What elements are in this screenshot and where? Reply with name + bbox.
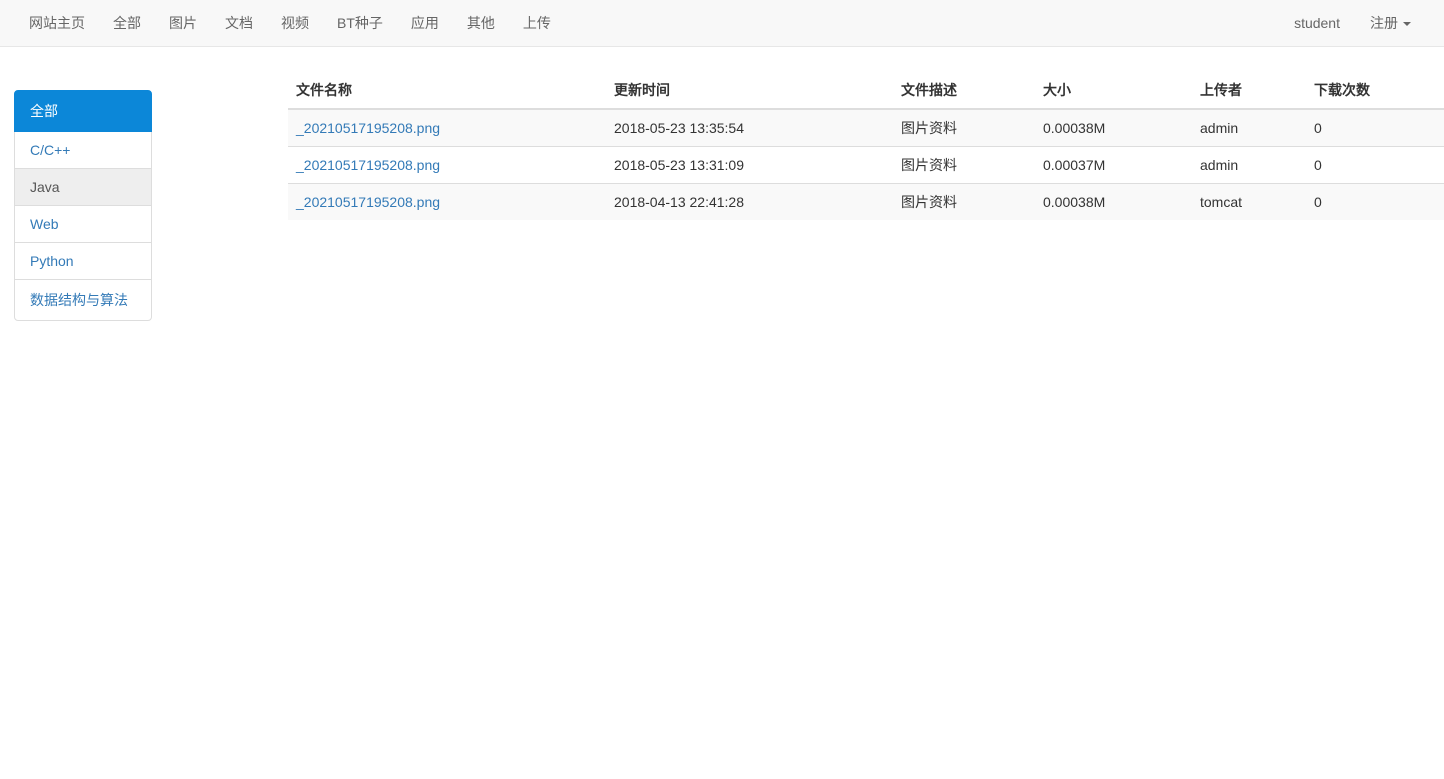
top-navbar: 网站主页 全部 图片 文档 视频 BT种子 应用 其他 上传 student 注… <box>0 0 1444 47</box>
nav-item-torrents[interactable]: BT种子 <box>323 0 397 46</box>
nav-item-upload[interactable]: 上传 <box>509 0 565 46</box>
col-header-downloads: 下载次数 <box>1306 72 1444 110</box>
cell-downloads: 0 <box>1306 146 1444 184</box>
nav-item-videos-link[interactable]: 视频 <box>267 0 323 46</box>
cell-description: 图片资料 <box>893 183 1035 220</box>
cell-updated: 2018-05-23 13:35:54 <box>606 108 893 147</box>
cell-uploader: admin <box>1192 146 1306 184</box>
cell-size: 0.00037M <box>1035 146 1192 184</box>
cell-size: 0.00038M <box>1035 183 1192 220</box>
nav-item-others-link[interactable]: 其他 <box>453 0 509 46</box>
nav-menu: 网站主页 全部 图片 文档 视频 BT种子 应用 其他 上传 <box>0 0 565 46</box>
nav-register[interactable]: 注册 <box>1355 0 1426 46</box>
category-sidebar: 全部 C/C++ Java Web Python 数据结构与算法 <box>14 90 152 321</box>
file-table: 文件名称 更新时间 文件描述 大小 上传者 下载次数 _202105171952… <box>288 72 1444 220</box>
nav-item-home-link[interactable]: 网站主页 <box>15 0 99 46</box>
nav-item-all-link[interactable]: 全部 <box>99 0 155 46</box>
sidebar-item-python[interactable]: Python <box>14 242 152 280</box>
file-table-area: 文件名称 更新时间 文件描述 大小 上传者 下载次数 _202105171952… <box>288 72 1444 220</box>
cell-downloads: 0 <box>1306 183 1444 220</box>
col-header-file-name: 文件名称 <box>288 72 606 110</box>
file-name-link[interactable]: _20210517195208.png <box>296 194 440 210</box>
cell-uploader: tomcat <box>1192 183 1306 220</box>
cell-description: 图片资料 <box>893 108 1035 147</box>
category-list: 全部 C/C++ Java Web Python 数据结构与算法 <box>14 90 152 321</box>
col-header-description: 文件描述 <box>893 72 1035 110</box>
file-name-link[interactable]: _20210517195208.png <box>296 157 440 173</box>
cell-size: 0.00038M <box>1035 108 1192 147</box>
table-row: _20210517195208.png 2018-04-13 22:41:28 … <box>288 183 1444 220</box>
nav-item-apps[interactable]: 应用 <box>397 0 453 46</box>
table-row: _20210517195208.png 2018-05-23 13:35:54 … <box>288 108 1444 147</box>
cell-updated: 2018-05-23 13:31:09 <box>606 146 893 184</box>
nav-item-torrents-link[interactable]: BT种子 <box>323 0 397 46</box>
col-header-updated: 更新时间 <box>606 72 893 110</box>
caret-down-icon <box>1403 22 1411 27</box>
nav-item-upload-link[interactable]: 上传 <box>509 0 565 46</box>
nav-user[interactable]: student <box>1279 0 1355 46</box>
sidebar-item-web[interactable]: Web <box>14 205 152 243</box>
nav-register-label: 注册 <box>1370 15 1398 31</box>
nav-item-images-link[interactable]: 图片 <box>155 0 211 46</box>
cell-description: 图片资料 <box>893 146 1035 184</box>
sidebar-item-data-structures[interactable]: 数据结构与算法 <box>14 279 152 321</box>
nav-item-others[interactable]: 其他 <box>453 0 509 46</box>
nav-item-images[interactable]: 图片 <box>155 0 211 46</box>
nav-item-apps-link[interactable]: 应用 <box>397 0 453 46</box>
nav-item-documents[interactable]: 文档 <box>211 0 267 46</box>
col-header-uploader: 上传者 <box>1192 72 1306 110</box>
table-row: _20210517195208.png 2018-05-23 13:31:09 … <box>288 146 1444 184</box>
sidebar-item-all[interactable]: 全部 <box>14 90 152 132</box>
cell-updated: 2018-04-13 22:41:28 <box>606 183 893 220</box>
cell-file-name: _20210517195208.png <box>288 146 606 184</box>
nav-register-link[interactable]: 注册 <box>1355 0 1426 46</box>
cell-file-name: _20210517195208.png <box>288 108 606 147</box>
nav-item-all[interactable]: 全部 <box>99 0 155 46</box>
col-header-size: 大小 <box>1035 72 1192 110</box>
cell-downloads: 0 <box>1306 108 1444 147</box>
sidebar-item-cpp[interactable]: C/C++ <box>14 131 152 169</box>
sidebar-item-java[interactable]: Java <box>14 168 152 206</box>
cell-file-name: _20210517195208.png <box>288 183 606 220</box>
nav-item-documents-link[interactable]: 文档 <box>211 0 267 46</box>
nav-right-menu: student 注册 <box>1279 0 1444 46</box>
nav-item-home[interactable]: 网站主页 <box>15 0 99 46</box>
table-header-row: 文件名称 更新时间 文件描述 大小 上传者 下载次数 <box>288 72 1444 110</box>
nav-item-videos[interactable]: 视频 <box>267 0 323 46</box>
cell-uploader: admin <box>1192 108 1306 147</box>
nav-user-link[interactable]: student <box>1279 0 1355 46</box>
file-name-link[interactable]: _20210517195208.png <box>296 120 440 136</box>
